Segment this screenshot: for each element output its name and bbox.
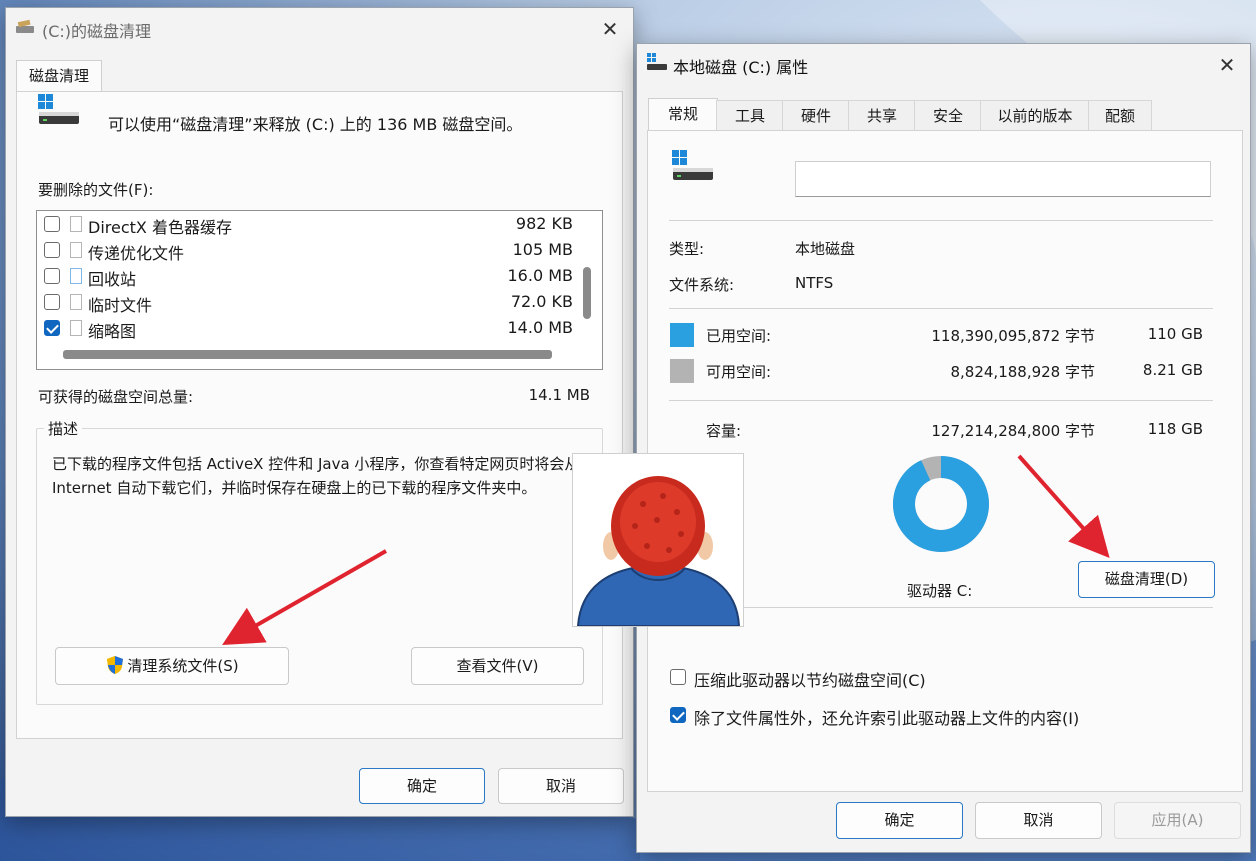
annotation-arrows [222, 454, 1110, 645]
arrow-to-clean-system-files [222, 549, 387, 645]
arrow-to-disk-cleanup [1017, 454, 1110, 558]
